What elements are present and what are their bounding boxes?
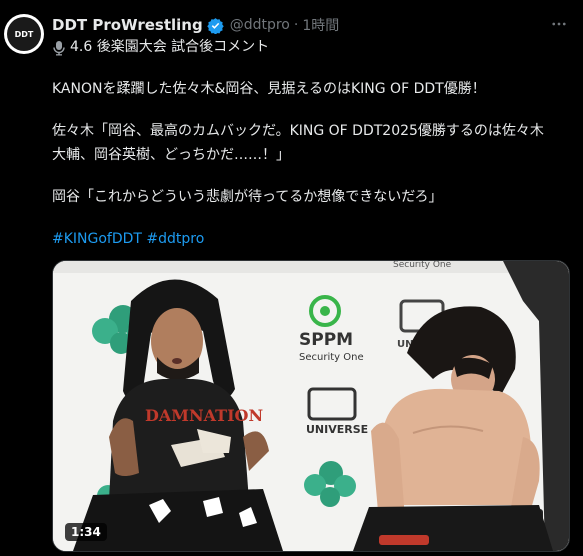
video-frame: SPPM SPPM Security One UNIVERSE UNIVERSE…: [53, 261, 569, 551]
sponsor-security-one-top: Security One: [393, 261, 452, 270]
verified-badge-icon: [206, 17, 224, 34]
account-name[interactable]: DDT ProWrestling: [52, 16, 203, 34]
tweet[interactable]: DDT DDT ProWrestling @ddtpro · 1時間 4.6 後…: [0, 0, 583, 556]
tweet-line-1: 4.6 後楽園大会 試合後コメント: [52, 38, 269, 57]
tweet-header: DDT ProWrestling @ddtpro · 1時間: [52, 14, 339, 36]
more-options-icon[interactable]: [548, 14, 570, 34]
hashtag-kingofddt[interactable]: #KINGofDDT: [52, 231, 142, 247]
separator-dot: ·: [293, 17, 299, 33]
tweet-line-4: 大輔、岡谷英樹、どっちかだ……！」: [52, 147, 290, 163]
avatar-logo: DDT: [7, 17, 41, 51]
video-player[interactable]: SPPM SPPM Security One UNIVERSE UNIVERSE…: [52, 260, 570, 552]
account-handle[interactable]: @ddtpro: [230, 17, 290, 33]
microphone-icon: [52, 40, 66, 56]
tweet-line-2: KANONを蹂躙した佐々木&岡谷、見据えるのはKING OF DDT優勝！: [52, 81, 486, 97]
tweet-line-3: 佐々木「岡谷、最高のカムバックだ。KING OF DDT2025優勝するのは佐々…: [52, 123, 544, 139]
hashtag-ddtpro[interactable]: #ddtpro: [146, 231, 204, 247]
sponsor-universe: UNIVERSE: [306, 423, 368, 436]
post-time[interactable]: 1時間: [302, 15, 339, 35]
sponsor-security-one: Security One: [299, 352, 364, 363]
avatar[interactable]: DDT: [4, 14, 44, 54]
tweet-line-1-text: 4.6 後楽園大会 試合後コメント: [70, 39, 270, 55]
shirt-print: DAMNATION: [145, 406, 263, 425]
video-duration-badge: 1:34: [65, 523, 107, 541]
sponsor-sppm: SPPM: [299, 330, 353, 350]
hashtags: #KINGofDDT #ddtpro: [52, 230, 204, 249]
tweet-line-5: 岡谷「これからどういう悲劇が待ってるか想像できないだろ」: [52, 189, 443, 205]
